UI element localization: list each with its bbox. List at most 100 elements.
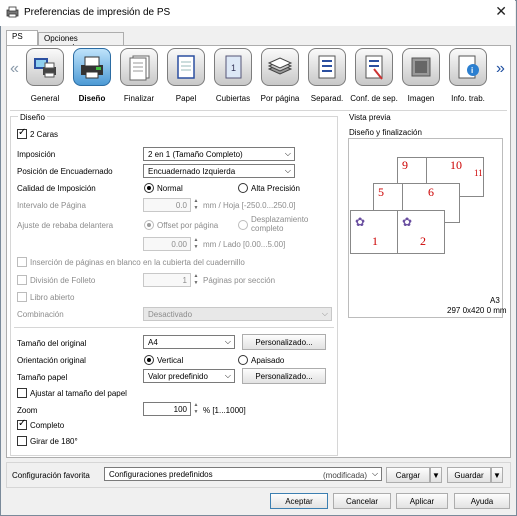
- custom-button-label: Personalizado...: [255, 338, 313, 347]
- open-book-checkbox[interactable]: [17, 292, 27, 302]
- page-interval-input[interactable]: 0.0: [143, 198, 191, 212]
- booklet-split-value: 1: [182, 276, 187, 285]
- paper-size-label: Tamaño papel: [17, 373, 68, 382]
- combination-value: Desactivado: [148, 310, 193, 319]
- original-size-label: Tamaño del original: [17, 339, 87, 348]
- toolbar-image-button[interactable]: [402, 48, 440, 86]
- quality-high-radio[interactable]: [238, 183, 248, 193]
- binding-value: Encuadernado Izquierda: [148, 167, 236, 176]
- save-dropdown-button[interactable]: ▼: [491, 467, 503, 483]
- per-page-icon: [267, 57, 293, 75]
- chevron-down-icon: ⌵: [321, 309, 328, 318]
- front-trim-full-label: Desplazamiento completo: [251, 215, 309, 233]
- tab-advanced-options[interactable]: Opciones avanzadas: [38, 32, 124, 52]
- scroll-left-icon[interactable]: «: [10, 60, 19, 78]
- zoom-unit: % [1...1000]: [203, 406, 246, 415]
- preview-title: Vista previa: [349, 113, 391, 122]
- front-trim-full-radio[interactable]: [238, 220, 248, 230]
- toolbar-job-info-button[interactable]: i: [449, 48, 487, 86]
- original-size-select[interactable]: A4 ⌵: [143, 335, 235, 349]
- complete-checkbox[interactable]: [17, 418, 27, 430]
- ok-label: Aceptar: [285, 497, 313, 506]
- page-interval-label: Intervalo de Página: [17, 201, 86, 210]
- printer-computer-icon: [34, 58, 56, 78]
- preview-page-number: 9: [402, 158, 408, 172]
- toolbar-finishing-button[interactable]: [120, 48, 158, 86]
- toolbar-paper-button[interactable]: [167, 48, 205, 86]
- orientation-landscape-label: Apaisado: [251, 356, 285, 365]
- apply-label: Aplicar: [409, 497, 435, 506]
- rotate-label: Girar de 180°: [30, 437, 78, 446]
- toolbar-general-button[interactable]: [26, 48, 64, 86]
- scroll-right-icon[interactable]: »: [496, 60, 505, 78]
- toolbar-separator-button[interactable]: [308, 48, 346, 86]
- chevron-down-icon: ⌵: [284, 149, 291, 158]
- toolbar-separator-settings-button[interactable]: [355, 48, 393, 86]
- load-dropdown-button[interactable]: ▼: [430, 467, 442, 483]
- zoom-label: Zoom: [17, 406, 38, 415]
- tab-label: PS: [12, 32, 23, 41]
- duplex-checkbox[interactable]: [17, 127, 27, 139]
- preview-page-number: 11: [474, 168, 483, 178]
- preview-size-name: A3: [490, 296, 500, 305]
- close-icon[interactable]: ✕: [495, 3, 507, 20]
- dropdown-arrow-icon: ▼: [432, 471, 440, 480]
- svg-text:i: i: [471, 66, 473, 75]
- tab-ps[interactable]: PS: [6, 30, 38, 46]
- flower-icon: ✿: [355, 215, 366, 229]
- quality-label: Calidad de Imposición: [17, 184, 96, 193]
- toolbar-divider: [10, 110, 507, 111]
- front-trim-label: Ajuste de rebaba delantera: [17, 221, 114, 230]
- combination-select[interactable]: Desactivado ⌵: [143, 307, 332, 321]
- paper-size-custom-button[interactable]: Personalizado...: [242, 368, 326, 384]
- quality-normal-radio[interactable]: [144, 183, 154, 193]
- paper-size-value: Valor predefinido: [148, 372, 208, 381]
- page-interval-spinner[interactable]: ▲ ▼: [192, 198, 200, 212]
- preview-page-number: 5: [378, 185, 384, 199]
- chevron-down-icon[interactable]: ⌵: [372, 469, 378, 479]
- zoom-input[interactable]: 100: [143, 402, 191, 416]
- apply-button[interactable]: Aplicar: [396, 493, 448, 509]
- quality-normal-label: Normal: [157, 184, 183, 193]
- paper-size-select[interactable]: Valor predefinido ⌵: [143, 369, 235, 383]
- layout-group-title: Diseño: [18, 113, 47, 122]
- orientation-landscape-radio[interactable]: [238, 355, 248, 365]
- complete-label: Completo: [30, 421, 65, 430]
- front-trim-offset-radio[interactable]: [144, 220, 154, 230]
- booklet-split-input[interactable]: 1: [143, 273, 191, 287]
- custom-button-label: Personalizado...: [255, 372, 313, 381]
- job-info-icon: i: [458, 55, 479, 79]
- toolbar-layout-button[interactable]: [73, 48, 111, 86]
- help-button[interactable]: Ayuda: [454, 493, 510, 509]
- booklet-split-label: División de Folleto: [30, 276, 96, 285]
- cancel-label: Cancelar: [345, 497, 378, 506]
- imposition-label: Imposición: [17, 150, 56, 159]
- preview-page-number: 6: [428, 185, 434, 199]
- save-label: Guardar: [454, 471, 484, 480]
- toolbar-cover-button[interactable]: 1: [214, 48, 252, 86]
- printer-layout-icon: [81, 56, 103, 79]
- svg-text:1: 1: [231, 63, 236, 73]
- front-trim-spinner[interactable]: ▲ ▼: [192, 237, 200, 251]
- rotate-checkbox[interactable]: [17, 436, 27, 446]
- blank-insert-label: Inserción de páginas en blanco en la cub…: [30, 258, 245, 267]
- booklet-split-unit: Páginas por sección: [203, 276, 276, 285]
- booklet-split-checkbox[interactable]: [17, 275, 27, 285]
- imposition-select[interactable]: 2 en 1 (Tamaño Completo) ⌵: [143, 147, 295, 161]
- separator-settings-icon: [365, 55, 383, 80]
- load-button[interactable]: Cargar: [386, 467, 430, 483]
- orientation-portrait-radio[interactable]: [144, 355, 154, 365]
- original-size-custom-button[interactable]: Personalizado...: [242, 334, 326, 350]
- front-trim-input[interactable]: 0.00: [143, 237, 191, 251]
- zoom-spinner[interactable]: ▲ ▼: [192, 402, 200, 416]
- toolbar-per-page-button[interactable]: [261, 48, 299, 86]
- booklet-split-spinner[interactable]: ▲ ▼: [192, 273, 200, 287]
- cancel-button[interactable]: Cancelar: [333, 493, 391, 509]
- save-button[interactable]: Guardar: [447, 467, 491, 483]
- blank-insert-checkbox[interactable]: [17, 257, 27, 267]
- ok-button[interactable]: Aceptar: [270, 493, 328, 509]
- section-divider: [14, 327, 334, 328]
- fit-paper-checkbox[interactable]: [17, 388, 27, 398]
- binding-select[interactable]: Encuadernado Izquierda ⌵: [143, 164, 295, 178]
- cover-icon: 1: [225, 55, 242, 79]
